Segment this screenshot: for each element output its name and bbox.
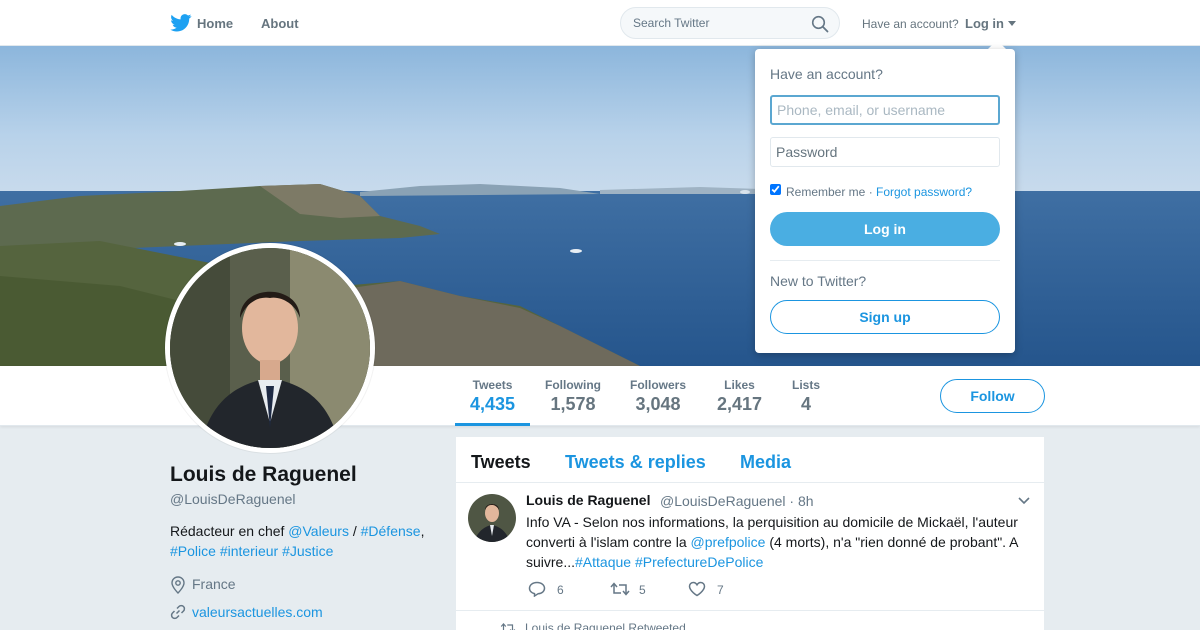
signup-button[interactable]: Sign up <box>770 300 1000 334</box>
stat-followers[interactable]: Followers 3,048 <box>630 378 686 415</box>
tab-tweets[interactable]: Tweets <box>471 452 531 473</box>
new-to-twitter-text: New to Twitter? <box>770 273 867 289</box>
search-input[interactable]: Search Twitter <box>633 16 709 30</box>
dropdown-heading: Have an account? <box>770 66 883 82</box>
stat-lists[interactable]: Lists 4 <box>792 378 820 415</box>
nav-home-link[interactable]: Home <box>197 16 233 31</box>
avatar-photo <box>170 248 370 448</box>
stat-value: 4,435 <box>470 394 516 414</box>
bio-hashtag-link[interactable]: #Police <box>170 543 216 559</box>
password-input[interactable] <box>770 137 1000 167</box>
stat-label: Following <box>545 378 601 392</box>
tweet-author-name[interactable]: Louis de Raguenel <box>526 492 650 508</box>
stat-tweets[interactable]: Tweets 4,435 <box>470 378 515 415</box>
profile-bio: Rédacteur en chef @Valeurs / #Défense, #P… <box>170 521 440 561</box>
tweet-hashtag-link[interactable]: #PrefectureDePolice <box>635 554 763 570</box>
stat-value: 3,048 <box>635 394 681 414</box>
link-icon <box>170 604 186 620</box>
top-nav: Home About Search Twitter Have an accoun… <box>0 0 1200 46</box>
profile-name: Louis de Raguenel <box>170 463 357 486</box>
caret-down-icon[interactable] <box>1008 21 1016 26</box>
tweet-hashtag-link[interactable]: #Attaque <box>575 554 631 570</box>
bio-text: , <box>420 523 425 539</box>
retweet-icon[interactable] <box>610 581 630 597</box>
tweet[interactable]: Louis de Raguenel @LouisDeRaguenel · 8h … <box>456 483 1044 611</box>
profile-avatar[interactable] <box>165 243 375 453</box>
stat-value: 1,578 <box>550 394 596 414</box>
bio-hashtag-link[interactable]: #Défense <box>361 523 421 539</box>
username-input[interactable] <box>770 95 1000 125</box>
retweet-context-icon <box>500 622 516 630</box>
tweet-timestamp[interactable]: 8h <box>798 493 814 509</box>
remember-me-label[interactable]: Remember me · <box>786 185 873 199</box>
twitter-bird-icon[interactable] <box>170 14 192 32</box>
stat-value: 4 <box>801 394 812 414</box>
tab-tweets-replies[interactable]: Tweets & replies <box>565 452 706 473</box>
like-count: 7 <box>717 583 724 597</box>
tweet-avatar-photo <box>468 494 516 542</box>
stat-label: Lists <box>792 378 821 392</box>
stat-label: Tweets <box>472 378 513 392</box>
stat-value: 2,417 <box>717 394 763 414</box>
stat-likes[interactable]: Likes 2,417 <box>717 378 762 415</box>
reply-icon[interactable] <box>528 581 546 597</box>
profile-handle[interactable]: @LouisDeRaguenel <box>170 491 296 507</box>
stat-following[interactable]: Following 1,578 <box>545 378 601 415</box>
location-text: France <box>192 576 236 592</box>
website-link[interactable]: valeursactuelles.com <box>192 604 323 620</box>
retweet-context-text: Louis de Raguenel Retweeted <box>525 621 686 630</box>
tweet-text: Info VA - Selon nos informations, la per… <box>526 512 1036 572</box>
retweet-count: 5 <box>639 583 646 597</box>
tweet-avatar[interactable] <box>468 494 516 542</box>
bio-hashtag-link[interactable]: #Justice <box>282 543 333 559</box>
tab-media[interactable]: Media <box>740 452 791 473</box>
chevron-down-icon[interactable] <box>1018 497 1030 505</box>
search-box[interactable]: Search Twitter <box>620 7 840 39</box>
bio-text: / <box>348 523 361 539</box>
nav-about-link[interactable]: About <box>261 16 299 31</box>
login-menu-toggle[interactable]: Log in <box>965 16 1004 31</box>
timeline: Tweets Tweets & replies Media Louis de R… <box>456 437 1044 630</box>
tweet-dot: · <box>789 493 795 509</box>
bio-text: Rédacteur en chef <box>170 523 289 539</box>
search-icon[interactable] <box>811 15 829 33</box>
have-account-text: Have an account? <box>862 17 959 31</box>
reply-count: 6 <box>557 583 564 597</box>
tweet-meta: @LouisDeRaguenel · 8h <box>660 493 814 509</box>
follow-button[interactable]: Follow <box>940 379 1045 413</box>
stat-label: Likes <box>724 378 755 392</box>
location-pin-icon <box>171 576 185 594</box>
tweet-author-handle[interactable]: @LouisDeRaguenel <box>660 493 786 509</box>
login-button[interactable]: Log in <box>770 212 1000 246</box>
dropdown-arrow <box>988 40 1006 49</box>
heart-icon[interactable] <box>688 581 706 597</box>
login-dropdown: Have an account? Remember me · Forgot pa… <box>755 49 1015 353</box>
divider <box>770 260 1000 261</box>
stat-label: Followers <box>630 378 687 392</box>
bio-hashtag-link[interactable]: #interieur <box>220 543 278 559</box>
forgot-password-link[interactable]: Forgot password? <box>876 185 972 199</box>
active-stat-underline <box>455 423 530 426</box>
bio-mention-link[interactable]: @Valeurs <box>288 523 349 539</box>
remember-me-checkbox[interactable] <box>770 184 781 195</box>
tweet-mention-link[interactable]: @prefpolice <box>691 534 766 550</box>
timeline-tabs: Tweets Tweets & replies Media <box>456 437 1044 483</box>
